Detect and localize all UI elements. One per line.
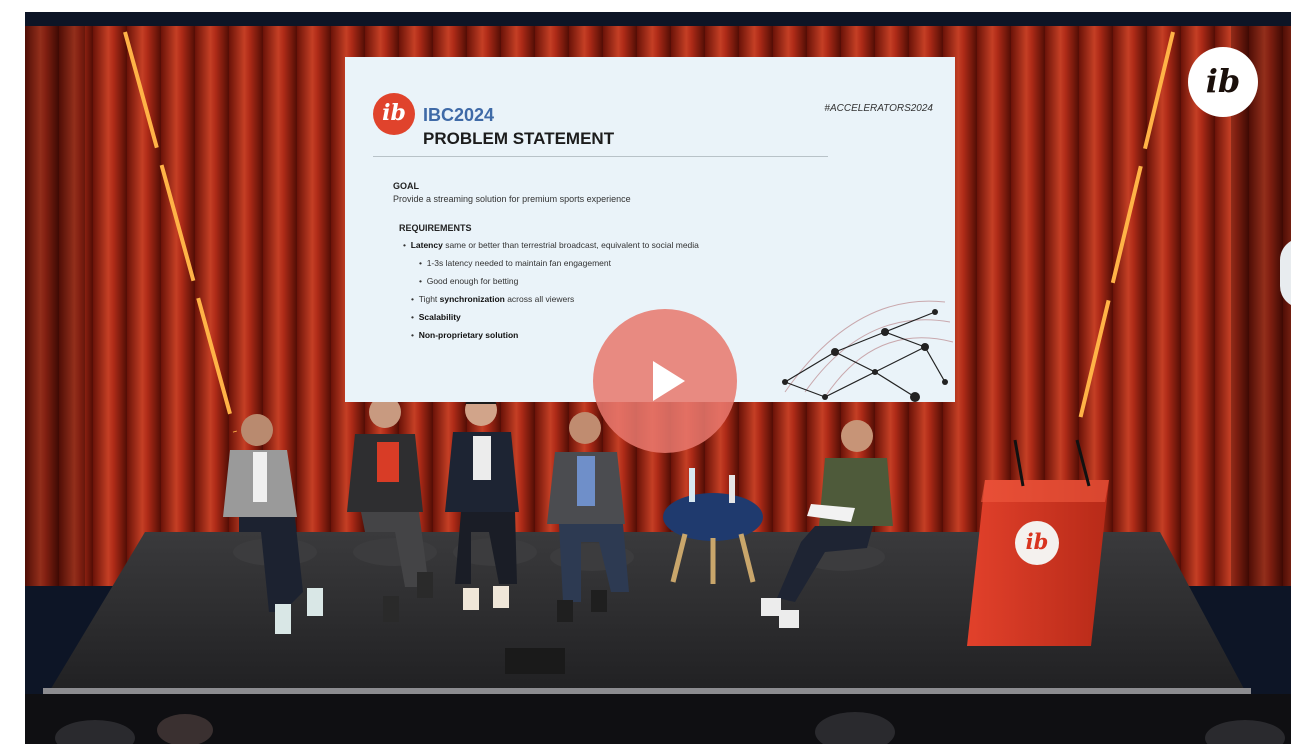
slide-bullet: • 1-3s latency needed to maintain fan en… (419, 258, 611, 268)
channel-logo: ib (1188, 47, 1258, 117)
slide-requirements-heading: REQUIREMENTS (399, 223, 472, 233)
slide-goal-heading: GOAL (393, 181, 419, 191)
slide-logo: ib (373, 93, 415, 135)
slide-bullet: • Latency same or better than terrestria… (403, 240, 699, 250)
podium-logo: ib (1015, 521, 1059, 565)
slide-bullet: • Tight synchronization across all viewe… (411, 294, 575, 304)
slide-bullet: • Good enough for betting (419, 276, 519, 286)
slide-divider (373, 156, 828, 157)
video-player[interactable]: ib IBC2024 PROBLEM STATEMENT #ACCELERATO… (25, 12, 1291, 744)
slide-bullet: • Scalability (411, 312, 461, 322)
play-icon (653, 361, 685, 401)
slide-hashtag: #ACCELERATORS2024 (824, 103, 933, 114)
side-table (663, 493, 763, 541)
stage-edge (43, 688, 1251, 694)
slide-bullet: • Non-proprietary solution (411, 330, 519, 340)
play-button[interactable] (593, 309, 737, 453)
slide-goal-text: Provide a streaming solution for premium… (393, 194, 631, 204)
slide-event-name: IBC2024 (423, 105, 495, 125)
network-graphic (782, 300, 954, 402)
slide-title: PROBLEM STATEMENT (423, 129, 615, 148)
